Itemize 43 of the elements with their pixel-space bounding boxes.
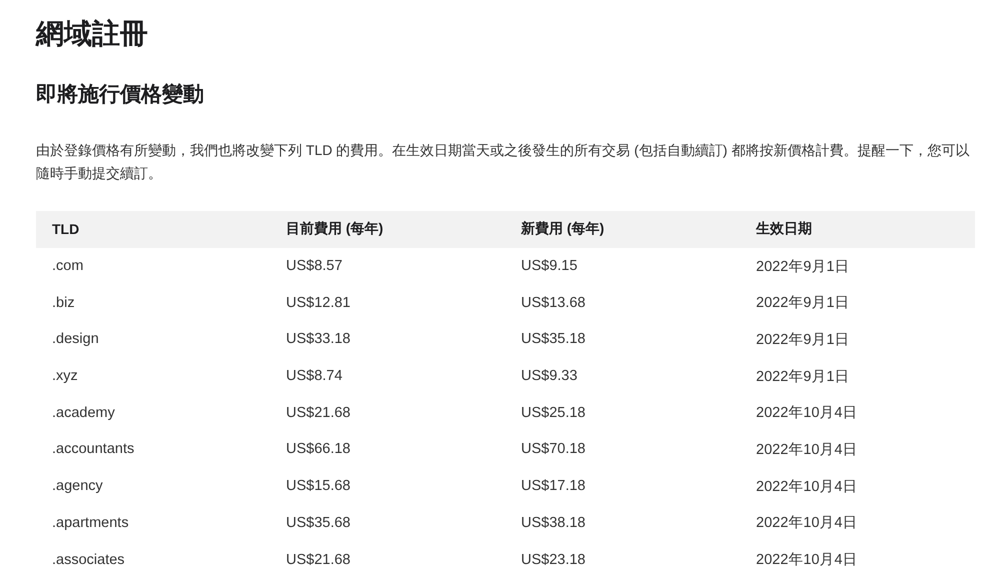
table-cell-text: 2022年10月4日 — [755, 404, 858, 422]
table-cell-text: 2022年10月4日 — [755, 514, 858, 532]
table-cell-text: US$23.18 — [520, 552, 586, 568]
table-cell-text: 2022年10月4日 — [755, 478, 858, 496]
table-cell-text: US$8.57 — [285, 258, 344, 274]
table-cell-text: 2022年9月1日 — [755, 368, 850, 386]
table-cell-text: .design — [51, 331, 100, 348]
column-header: 新費用 (每年) — [520, 220, 606, 238]
table-cell-text: 2022年9月1日 — [755, 330, 850, 349]
table-cell-text: 2022年9月1日 — [755, 258, 850, 276]
table-cell-text: .xyz — [51, 368, 79, 384]
table-cell-text: US$25.18 — [520, 404, 586, 421]
table-cell-text: US$66.18 — [285, 441, 352, 458]
table-cell-text: US$35.18 — [520, 331, 586, 348]
page-title: 網域註冊 — [36, 17, 149, 51]
table-cell-text: US$21.68 — [285, 404, 352, 421]
column-header: 目前費用 (每年) — [285, 220, 384, 238]
table-cell-text: US$38.18 — [520, 514, 586, 531]
column-header: TLD — [51, 221, 80, 238]
table-cell-text: US$35.68 — [285, 514, 352, 531]
table-cell-text: US$15.68 — [285, 478, 352, 494]
table-cell-text: US$8.74 — [285, 368, 344, 384]
table-cell-text: US$12.81 — [285, 294, 352, 311]
table-cell-text: .com — [51, 258, 84, 274]
table-cell-text: .accountants — [51, 441, 136, 458]
table-cell-text: .biz — [51, 294, 76, 311]
section-heading: 即將施行價格變動 — [36, 82, 205, 108]
table-cell-text: US$33.18 — [285, 331, 352, 348]
table-cell-text: US$70.18 — [520, 441, 586, 458]
description-text: 由於登錄價格有所變動，我們也將改變下列 TLD 的費用。在生效日期當天或之後發生的所有交易 (包括自動續訂) 都將按新價格計費。提醒一下，您可以隨時手動提交續訂。 — [36, 141, 970, 183]
table-cell-text: US$9.33 — [520, 368, 578, 384]
table-cell-text: .associates — [51, 552, 126, 568]
table-cell-text: US$9.15 — [520, 258, 578, 274]
table-cell-text: US$21.68 — [285, 552, 352, 568]
table-cell-text: US$13.68 — [520, 294, 586, 311]
table-cell-text: .apartments — [51, 514, 130, 531]
table-cell-text: 2022年10月4日 — [755, 440, 858, 459]
table-cell-text: US$17.18 — [520, 478, 586, 494]
table-cell-text: 2022年10月4日 — [755, 551, 858, 570]
column-header: 生效日期 — [754, 220, 813, 238]
table-cell-text: .academy — [51, 404, 116, 421]
table-cell-text: .agency — [51, 478, 104, 494]
table-cell-text: 2022年9月1日 — [755, 294, 850, 312]
